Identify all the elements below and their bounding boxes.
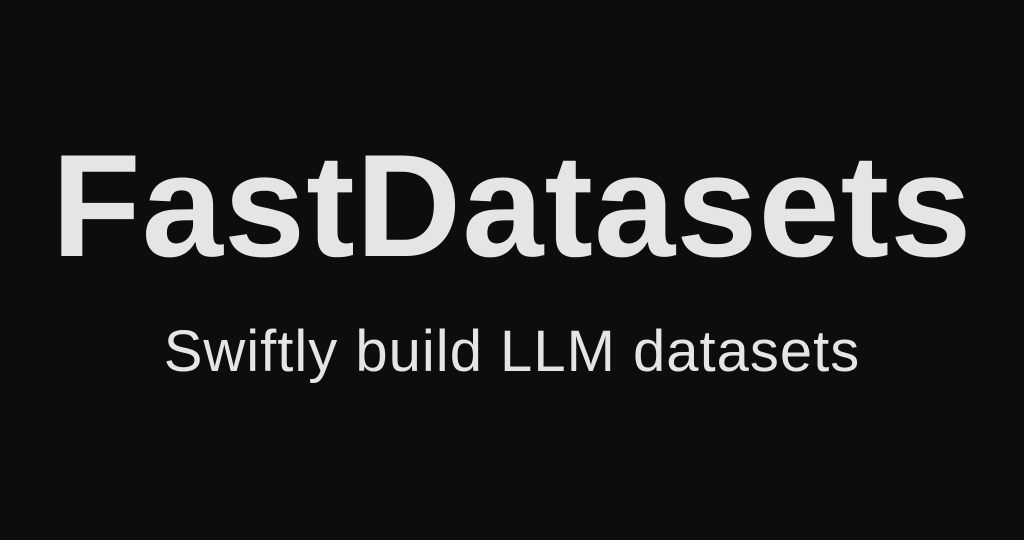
hero-banner: FastDatasets Swiftly build LLM datasets (0, 0, 1024, 540)
hero-subtitle: Swiftly build LLM datasets (163, 319, 861, 384)
hero-title: FastDatasets (51, 124, 973, 287)
